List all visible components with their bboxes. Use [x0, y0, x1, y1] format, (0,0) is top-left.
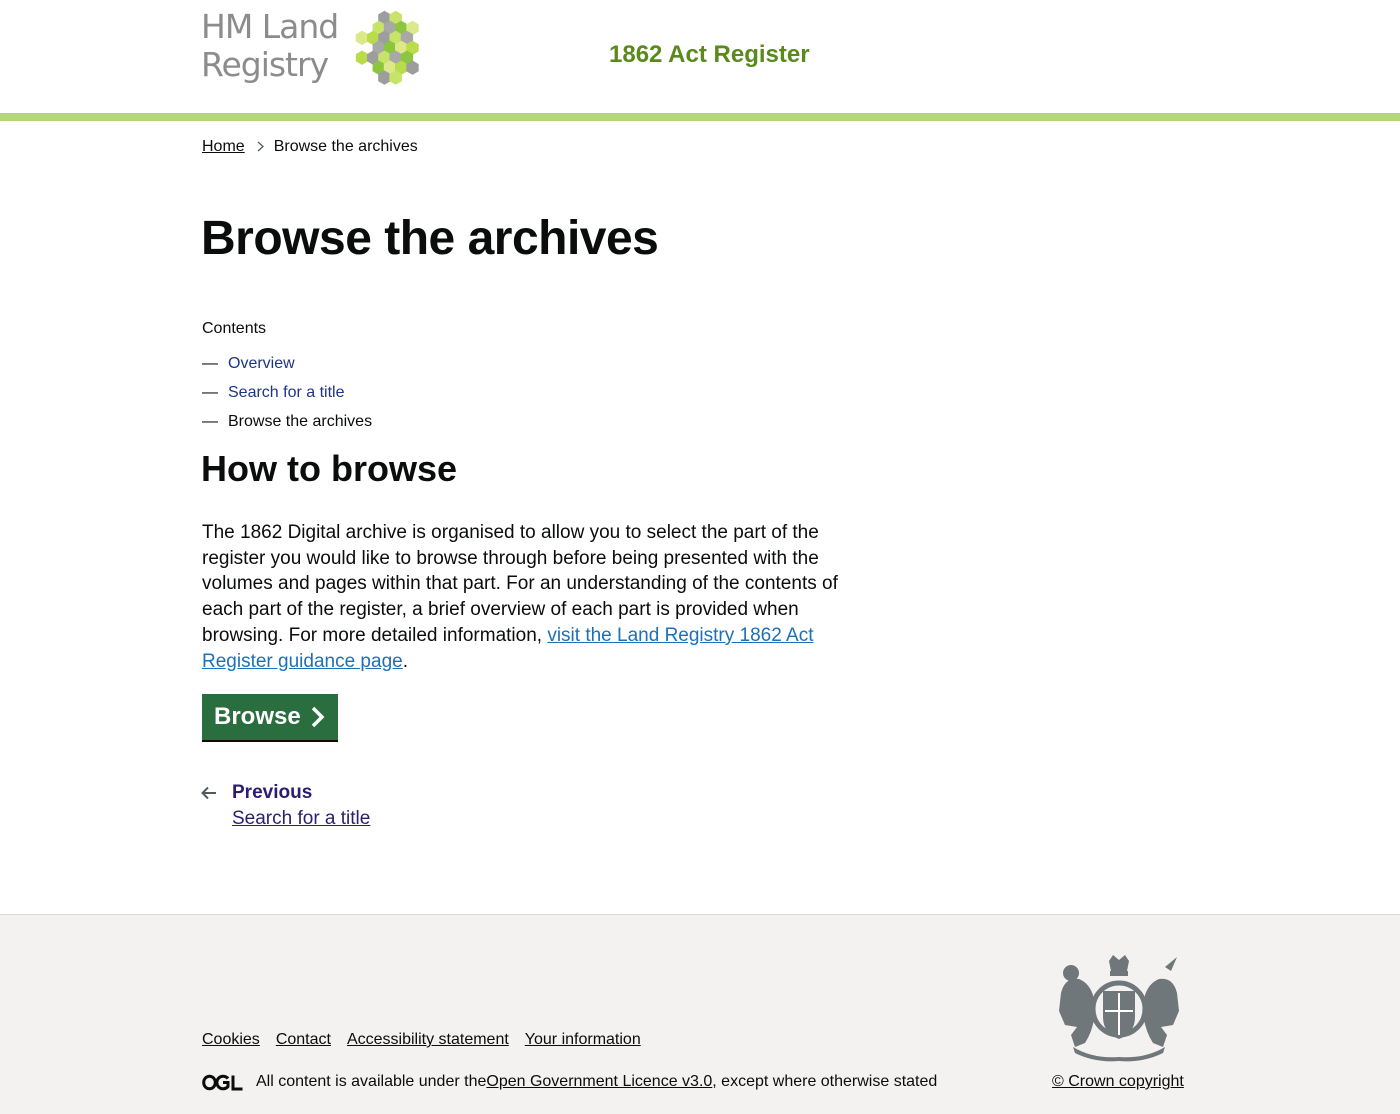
logo-line-2: Registry	[201, 45, 329, 84]
dash-icon: —	[202, 412, 218, 430]
page-title: Browse the archives	[201, 212, 659, 265]
arrow-left-icon	[201, 786, 216, 800]
contents-item-search: — Search for a title	[202, 378, 372, 407]
footer-link-contact[interactable]: Contact	[276, 1031, 331, 1049]
logo-hexagon	[355, 50, 369, 65]
open-government-licence-link[interactable]: Open Government Licence v3.0	[486, 1073, 712, 1091]
chevron-right-icon	[311, 706, 325, 728]
previous-title[interactable]: Previous	[232, 782, 312, 804]
contents-link-overview[interactable]: Overview	[228, 355, 295, 373]
chevron-right-icon	[257, 139, 264, 155]
contents-item-overview: — Overview	[202, 349, 372, 378]
previous-link-search-for-a-title[interactable]: Search for a title	[232, 808, 370, 830]
royal-coat-of-arms-icon	[1059, 955, 1179, 1062]
browse-button-label: Browse	[214, 703, 301, 730]
browse-button[interactable]: Browse	[202, 694, 338, 740]
ogl-logo-icon	[202, 1074, 243, 1090]
logo-wordmark: HM Land Registry	[201, 7, 339, 84]
hm-land-registry-logo[interactable]: HM Land Registry	[201, 6, 441, 90]
site-footer: Cookies Contact Accessibility statement …	[0, 914, 1400, 1114]
logo-line-1: HM Land	[201, 7, 339, 46]
contents-list: — Overview — Search for a title — Browse…	[202, 349, 372, 436]
site-header: HM Land Registry 1862 Act Register	[0, 0, 1400, 121]
breadcrumb-home-link[interactable]: Home	[202, 138, 245, 156]
dash-icon: —	[202, 383, 218, 401]
licence-line: All content is available under the Open …	[202, 1073, 937, 1091]
licence-prefix: All content is available under the	[256, 1073, 487, 1090]
section-body: The 1862 Digital archive is organised to…	[202, 520, 852, 674]
contents-item-browse: — Browse the archives	[202, 407, 372, 436]
service-name-link[interactable]: 1862 Act Register	[609, 41, 810, 69]
breadcrumb-current: Browse the archives	[273, 138, 418, 155]
footer-link-cookies[interactable]: Cookies	[202, 1031, 260, 1049]
contents-current-browse-the-archives: Browse the archives	[228, 412, 373, 430]
logo-hexagon	[355, 30, 369, 46]
body-end: .	[402, 650, 408, 672]
section-heading: How to browse	[201, 448, 458, 489]
footer-links: Cookies Contact Accessibility statement …	[202, 1031, 657, 1049]
breadcrumb: Home Browse the archives	[202, 138, 418, 156]
hexagon-logo-icon	[355, 10, 419, 85]
contents-label: Contents	[202, 320, 267, 337]
licence-suffix: , except where otherwise stated	[712, 1073, 938, 1090]
contents-link-search-for-a-title[interactable]: Search for a title	[228, 384, 345, 402]
footer-link-your-information[interactable]: Your information	[525, 1031, 641, 1049]
crown-copyright-link[interactable]: © Crown copyright	[1052, 1073, 1184, 1091]
footer-link-accessibility-statement[interactable]: Accessibility statement	[347, 1031, 509, 1049]
dash-icon: —	[202, 354, 218, 372]
